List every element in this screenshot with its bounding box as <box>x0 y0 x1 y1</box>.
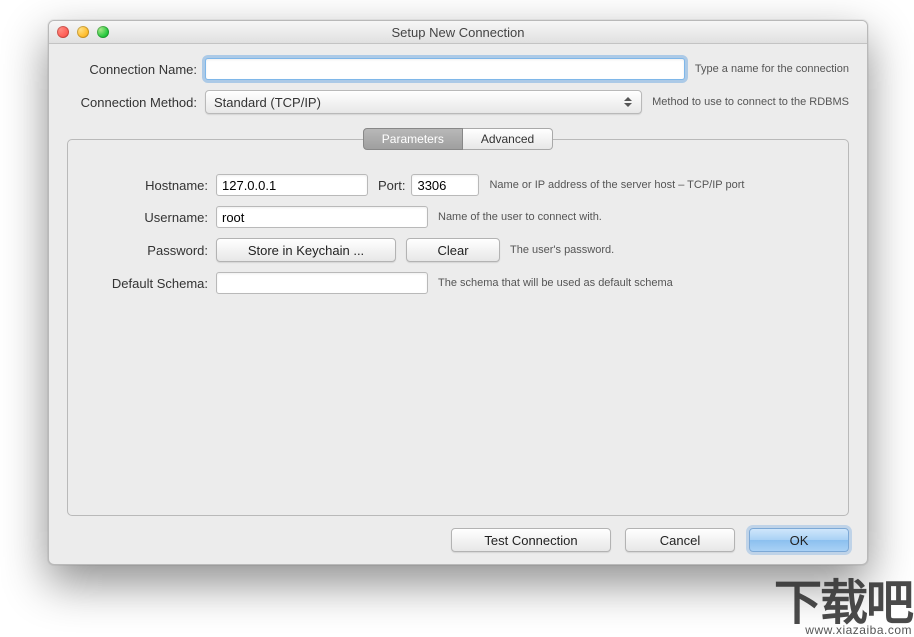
connection-method-value: Standard (TCP/IP) <box>214 95 321 110</box>
label-default-schema: Default Schema: <box>94 276 208 291</box>
port-input[interactable] <box>411 174 479 196</box>
content-area: Connection Name: Type a name for the con… <box>49 44 867 564</box>
label-connection-name: Connection Name: <box>67 62 197 77</box>
default-schema-input[interactable] <box>216 272 428 294</box>
connection-name-input[interactable] <box>205 58 685 80</box>
hint-password: The user's password. <box>510 244 614 256</box>
window-title: Setup New Connection <box>49 25 867 40</box>
row-username: Username: Name of the user to connect wi… <box>94 206 822 228</box>
tab-advanced[interactable]: Advanced <box>463 128 553 150</box>
minimize-icon[interactable] <box>77 26 89 38</box>
username-input[interactable] <box>216 206 428 228</box>
clear-password-button[interactable]: Clear <box>406 238 500 262</box>
row-hostname: Hostname: Port: Name or IP address of th… <box>94 174 822 196</box>
hostname-input[interactable] <box>216 174 368 196</box>
watermark-url: www.xiazaiba.com <box>774 624 912 636</box>
updown-icon <box>621 93 635 111</box>
row-connection-name: Connection Name: Type a name for the con… <box>67 58 849 80</box>
test-connection-button[interactable]: Test Connection <box>451 528 611 552</box>
row-connection-method: Connection Method: Standard (TCP/IP) Met… <box>67 90 849 114</box>
watermark-text: 下载吧 <box>774 580 912 628</box>
hint-hostname: Name or IP address of the server host – … <box>489 179 744 191</box>
panel-wrap: Parameters Advanced Hostname: Port: Name… <box>67 128 849 516</box>
connection-method-select[interactable]: Standard (TCP/IP) <box>205 90 642 114</box>
ok-button[interactable]: OK <box>749 528 849 552</box>
row-default-schema: Default Schema: The schema that will be … <box>94 272 822 294</box>
label-connection-method: Connection Method: <box>67 95 197 110</box>
titlebar: Setup New Connection <box>49 21 867 44</box>
button-bar: Test Connection Cancel OK <box>67 516 849 552</box>
tab-bar: Parameters Advanced <box>67 128 849 150</box>
label-hostname: Hostname: <box>94 178 208 193</box>
hint-connection-method: Method to use to connect to the RDBMS <box>652 96 849 108</box>
window-controls <box>57 26 109 38</box>
label-password: Password: <box>94 243 208 258</box>
label-username: Username: <box>94 210 208 225</box>
dialog-window: Setup New Connection Connection Name: Ty… <box>48 20 868 565</box>
hint-username: Name of the user to connect with. <box>438 211 602 223</box>
tab-parameters[interactable]: Parameters <box>363 128 463 150</box>
close-icon[interactable] <box>57 26 69 38</box>
hint-connection-name: Type a name for the connection <box>695 63 849 75</box>
watermark: 下载吧 www.xiazaiba.com <box>774 580 912 636</box>
store-keychain-button[interactable]: Store in Keychain ... <box>216 238 396 262</box>
label-port: Port: <box>378 178 405 193</box>
hint-default-schema: The schema that will be used as default … <box>438 277 673 289</box>
cancel-button[interactable]: Cancel <box>625 528 735 552</box>
zoom-icon[interactable] <box>97 26 109 38</box>
parameters-panel: Hostname: Port: Name or IP address of th… <box>67 139 849 516</box>
row-password: Password: Store in Keychain ... Clear Th… <box>94 238 822 262</box>
